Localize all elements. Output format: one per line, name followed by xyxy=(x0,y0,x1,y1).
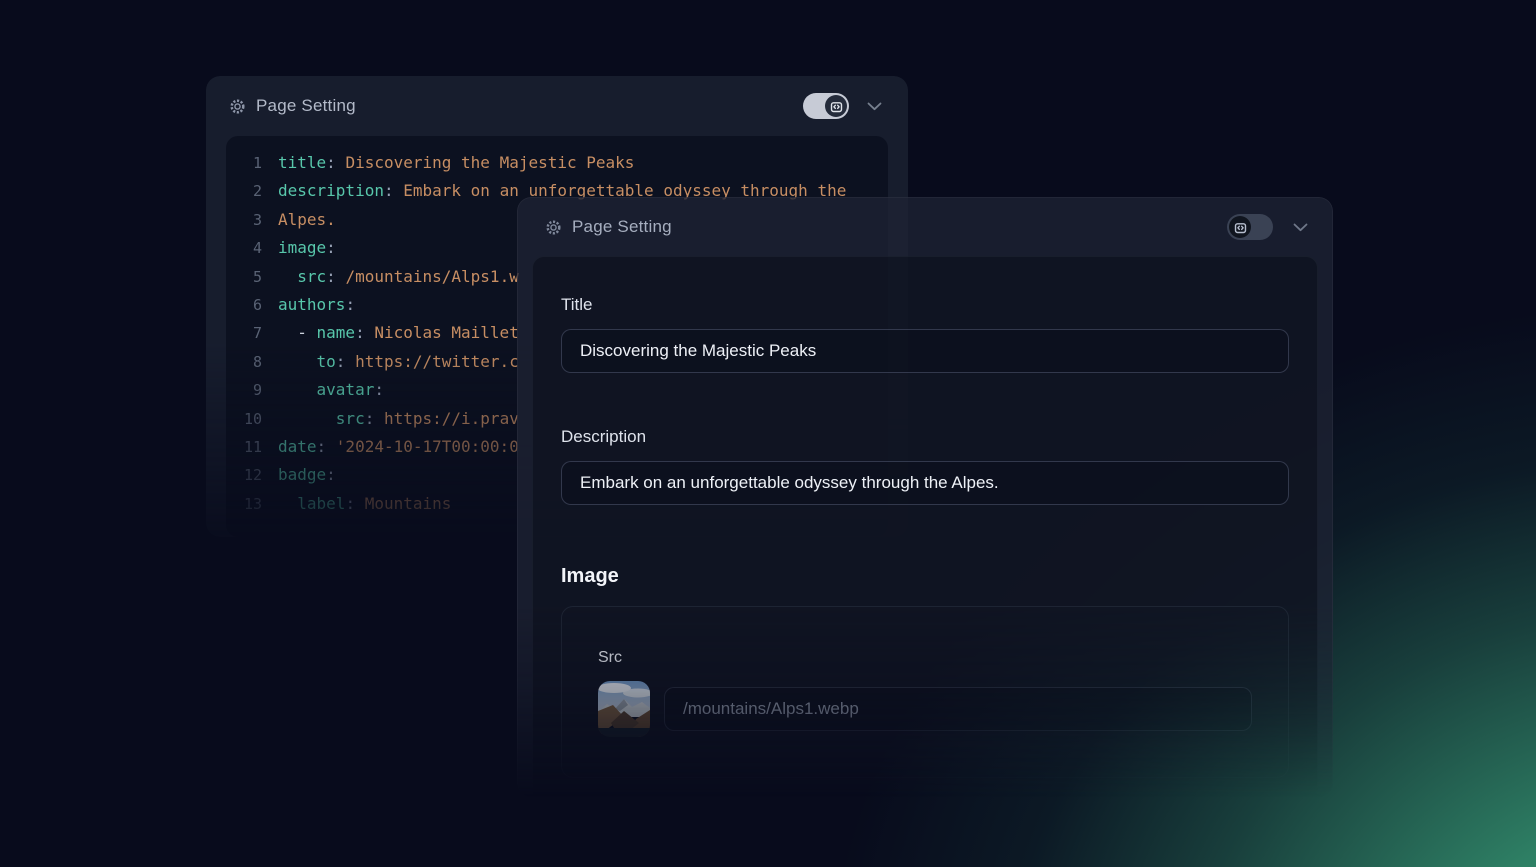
panel-title: Page Setting xyxy=(572,217,672,237)
image-thumbnail xyxy=(598,681,650,737)
panel-header: Page Setting xyxy=(206,76,908,136)
gear-icon xyxy=(228,97,247,116)
code-toggle-icon xyxy=(825,95,847,117)
panel-title: Page Setting xyxy=(256,96,356,116)
image-section-heading: Image xyxy=(561,565,1289,588)
src-label: Src xyxy=(598,649,1252,667)
code-view-toggle[interactable] xyxy=(1227,214,1273,240)
code-line: 1title: Discovering the Majestic Peaks xyxy=(226,149,888,177)
title-label: Title xyxy=(561,295,1289,315)
chevron-down-icon[interactable] xyxy=(1293,223,1308,232)
image-settings-card: Src xyxy=(561,606,1289,778)
page-setting-form: Title Description Image Src xyxy=(532,256,1318,819)
panel-header: Page Setting xyxy=(518,198,1332,256)
code-view-toggle[interactable] xyxy=(803,93,849,119)
code-toggle-icon xyxy=(1229,216,1251,238)
src-row xyxy=(598,681,1252,737)
description-field-group: Description xyxy=(561,427,1289,505)
title-input[interactable] xyxy=(561,329,1289,373)
page-setting-form-panel: Page Setting Title Description xyxy=(517,197,1333,797)
description-label: Description xyxy=(561,427,1289,447)
title-field-group: Title xyxy=(561,295,1289,373)
gear-icon xyxy=(544,218,563,237)
image-src-input[interactable] xyxy=(664,687,1252,731)
description-input[interactable] xyxy=(561,461,1289,505)
chevron-down-icon[interactable] xyxy=(867,102,882,111)
